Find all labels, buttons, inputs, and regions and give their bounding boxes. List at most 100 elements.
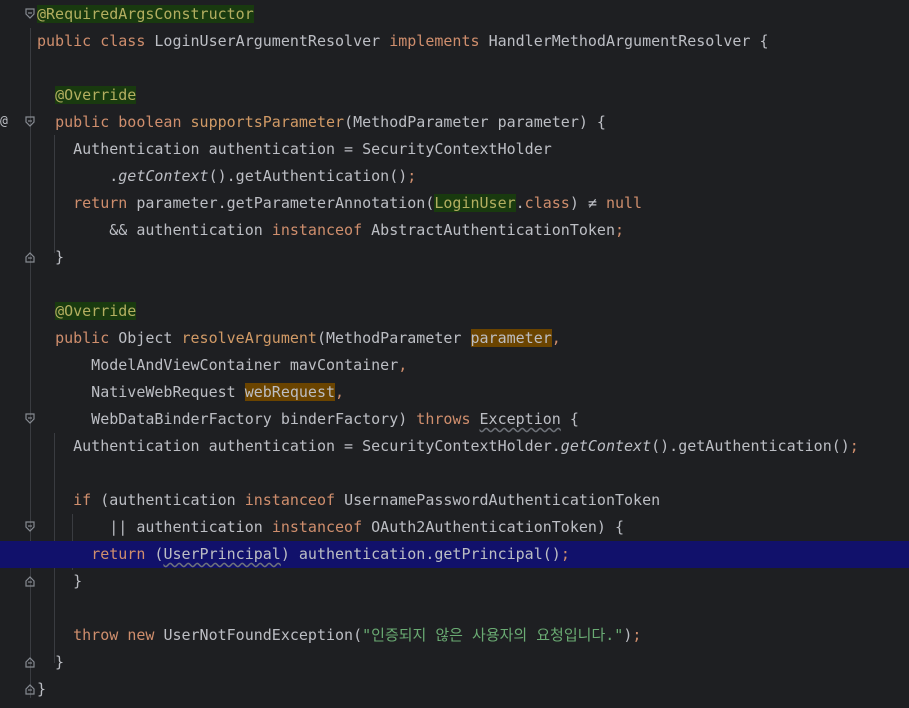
code-token: @Override bbox=[55, 86, 137, 104]
code-line[interactable]: throw new UserNotFoundException("인증되지 않은… bbox=[0, 622, 909, 649]
code-text: Authentication authentication = Security… bbox=[37, 136, 552, 163]
code-line[interactable] bbox=[0, 460, 909, 487]
code-token: , bbox=[335, 383, 345, 401]
current-code-line[interactable]: return (UserPrincipal) authentication.ge… bbox=[0, 541, 909, 568]
code-token: null bbox=[605, 194, 643, 212]
code-token: boolean bbox=[118, 113, 191, 131]
code-text: @Override bbox=[37, 298, 137, 325]
code-token: Authentication authentication = Security… bbox=[37, 437, 561, 455]
code-token: ) authentication.getPrincipal() bbox=[280, 545, 561, 563]
fold-arrow-icon[interactable] bbox=[25, 8, 35, 20]
code-token: parameter bbox=[470, 329, 552, 347]
code-token: return bbox=[91, 545, 155, 563]
code-line[interactable]: @Override bbox=[0, 82, 909, 109]
code-token: LoginUser bbox=[434, 194, 516, 212]
code-text: } bbox=[37, 244, 64, 271]
code-token: instanceof bbox=[244, 491, 345, 509]
code-line[interactable]: NativeWebRequest webRequest, bbox=[0, 379, 909, 406]
code-text: ModelAndViewContainer mavContainer, bbox=[37, 352, 407, 379]
fold-arrow-icon[interactable] bbox=[25, 521, 35, 533]
code-editor[interactable]: @RequiredArgsConstructor public class Log… bbox=[0, 0, 909, 708]
code-text: return parameter.getParameterAnnotation(… bbox=[37, 190, 642, 217]
code-line[interactable]: } bbox=[0, 649, 909, 676]
code-token: @RequiredArgsConstructor bbox=[37, 5, 254, 23]
code-token: UsernamePasswordAuthenticationToken bbox=[344, 491, 661, 509]
fold-arrow-icon[interactable] bbox=[25, 656, 35, 668]
code-line[interactable] bbox=[0, 271, 909, 298]
code-line[interactable]: @RequiredArgsConstructor bbox=[0, 1, 909, 28]
code-token: getContext bbox=[560, 437, 652, 455]
code-token: ().getAuthentication() bbox=[208, 167, 408, 185]
code-token: public bbox=[55, 113, 119, 131]
code-token: } bbox=[37, 680, 47, 698]
code-token: . bbox=[515, 194, 525, 212]
code-text: } bbox=[37, 568, 82, 595]
code-token: , bbox=[551, 329, 561, 347]
code-token: class bbox=[524, 194, 570, 212]
code-token: getContext bbox=[118, 167, 209, 185]
code-token: HandlerMethodArgumentResolver { bbox=[488, 32, 769, 50]
code-token: ; bbox=[849, 437, 859, 455]
code-line[interactable]: @Override bbox=[0, 298, 909, 325]
code-text: @RequiredArgsConstructor bbox=[37, 1, 254, 28]
fold-arrow-icon[interactable] bbox=[25, 575, 35, 587]
code-token: Exception bbox=[479, 410, 561, 428]
fold-arrow-icon[interactable] bbox=[25, 683, 35, 695]
code-text: return (UserPrincipal) authentication.ge… bbox=[37, 541, 570, 568]
code-line[interactable]: return parameter.getParameterAnnotation(… bbox=[0, 190, 909, 217]
code-token: instanceof bbox=[271, 221, 372, 239]
code-line[interactable]: } bbox=[0, 568, 909, 595]
code-line[interactable]: Authentication authentication = Security… bbox=[0, 433, 909, 460]
code-token: public bbox=[37, 32, 101, 50]
code-token: ; bbox=[560, 545, 570, 563]
code-line[interactable]: WebDataBinderFactory binderFactory) thro… bbox=[0, 406, 909, 433]
code-text: } bbox=[37, 676, 46, 703]
at-sign-icon[interactable]: @ bbox=[0, 115, 14, 129]
code-token: @Override bbox=[55, 302, 137, 320]
code-line[interactable] bbox=[0, 55, 909, 82]
code-token: (MethodParameter parameter) { bbox=[344, 113, 606, 131]
code-text: WebDataBinderFactory binderFactory) thro… bbox=[37, 406, 579, 433]
code-line[interactable]: } bbox=[0, 676, 909, 703]
code-token: } bbox=[37, 248, 65, 266]
code-token: && authentication bbox=[37, 221, 272, 239]
code-token: NativeWebRequest bbox=[37, 383, 245, 401]
code-text: && authentication instanceof AbstractAut… bbox=[37, 217, 624, 244]
code-token: Object bbox=[118, 329, 182, 347]
code-token: (authentication bbox=[100, 491, 245, 509]
code-token: implements bbox=[389, 32, 489, 50]
code-line[interactable]: && authentication instanceof AbstractAut… bbox=[0, 217, 909, 244]
code-text: Authentication authentication = Security… bbox=[37, 433, 859, 460]
code-text: public Object resolveArgument(MethodPara… bbox=[37, 325, 561, 352]
fold-arrow-icon[interactable] bbox=[25, 413, 35, 425]
code-token: return bbox=[73, 194, 137, 212]
code-token: ; bbox=[615, 221, 625, 239]
code-text: .getContext().getAuthentication(); bbox=[37, 163, 416, 190]
code-text: || authentication instanceof OAuth2Authe… bbox=[37, 514, 624, 541]
code-line[interactable]: Authentication authentication = Security… bbox=[0, 136, 909, 163]
code-token: instanceof bbox=[271, 518, 372, 536]
code-token: OAuth2AuthenticationToken) { bbox=[371, 518, 625, 536]
code-token: ; bbox=[407, 167, 417, 185]
code-line[interactable]: ModelAndViewContainer mavContainer, bbox=[0, 352, 909, 379]
fold-arrow-icon[interactable] bbox=[25, 116, 35, 128]
code-token: throw bbox=[73, 626, 128, 644]
code-line[interactable]: || authentication instanceof OAuth2Authe… bbox=[0, 514, 909, 541]
code-token: || authentication bbox=[37, 518, 272, 536]
fold-arrow-icon[interactable] bbox=[25, 251, 35, 263]
code-line[interactable]: public Object resolveArgument(MethodPara… bbox=[0, 325, 909, 352]
code-token: UserNotFoundException( bbox=[163, 626, 363, 644]
code-token: UserPrincipal bbox=[163, 545, 281, 563]
code-line[interactable]: .getContext().getAuthentication(); bbox=[0, 163, 909, 190]
code-token: if bbox=[73, 491, 101, 509]
code-token: new bbox=[127, 626, 164, 644]
code-token: webRequest bbox=[244, 383, 336, 401]
code-line[interactable]: if (authentication instanceof UsernamePa… bbox=[0, 487, 909, 514]
code-line[interactable] bbox=[0, 595, 909, 622]
code-line[interactable]: @ public boolean supportsParameter(Metho… bbox=[0, 109, 909, 136]
code-line[interactable]: public class LoginUserArgumentResolver i… bbox=[0, 28, 909, 55]
code-line[interactable]: } bbox=[0, 244, 909, 271]
